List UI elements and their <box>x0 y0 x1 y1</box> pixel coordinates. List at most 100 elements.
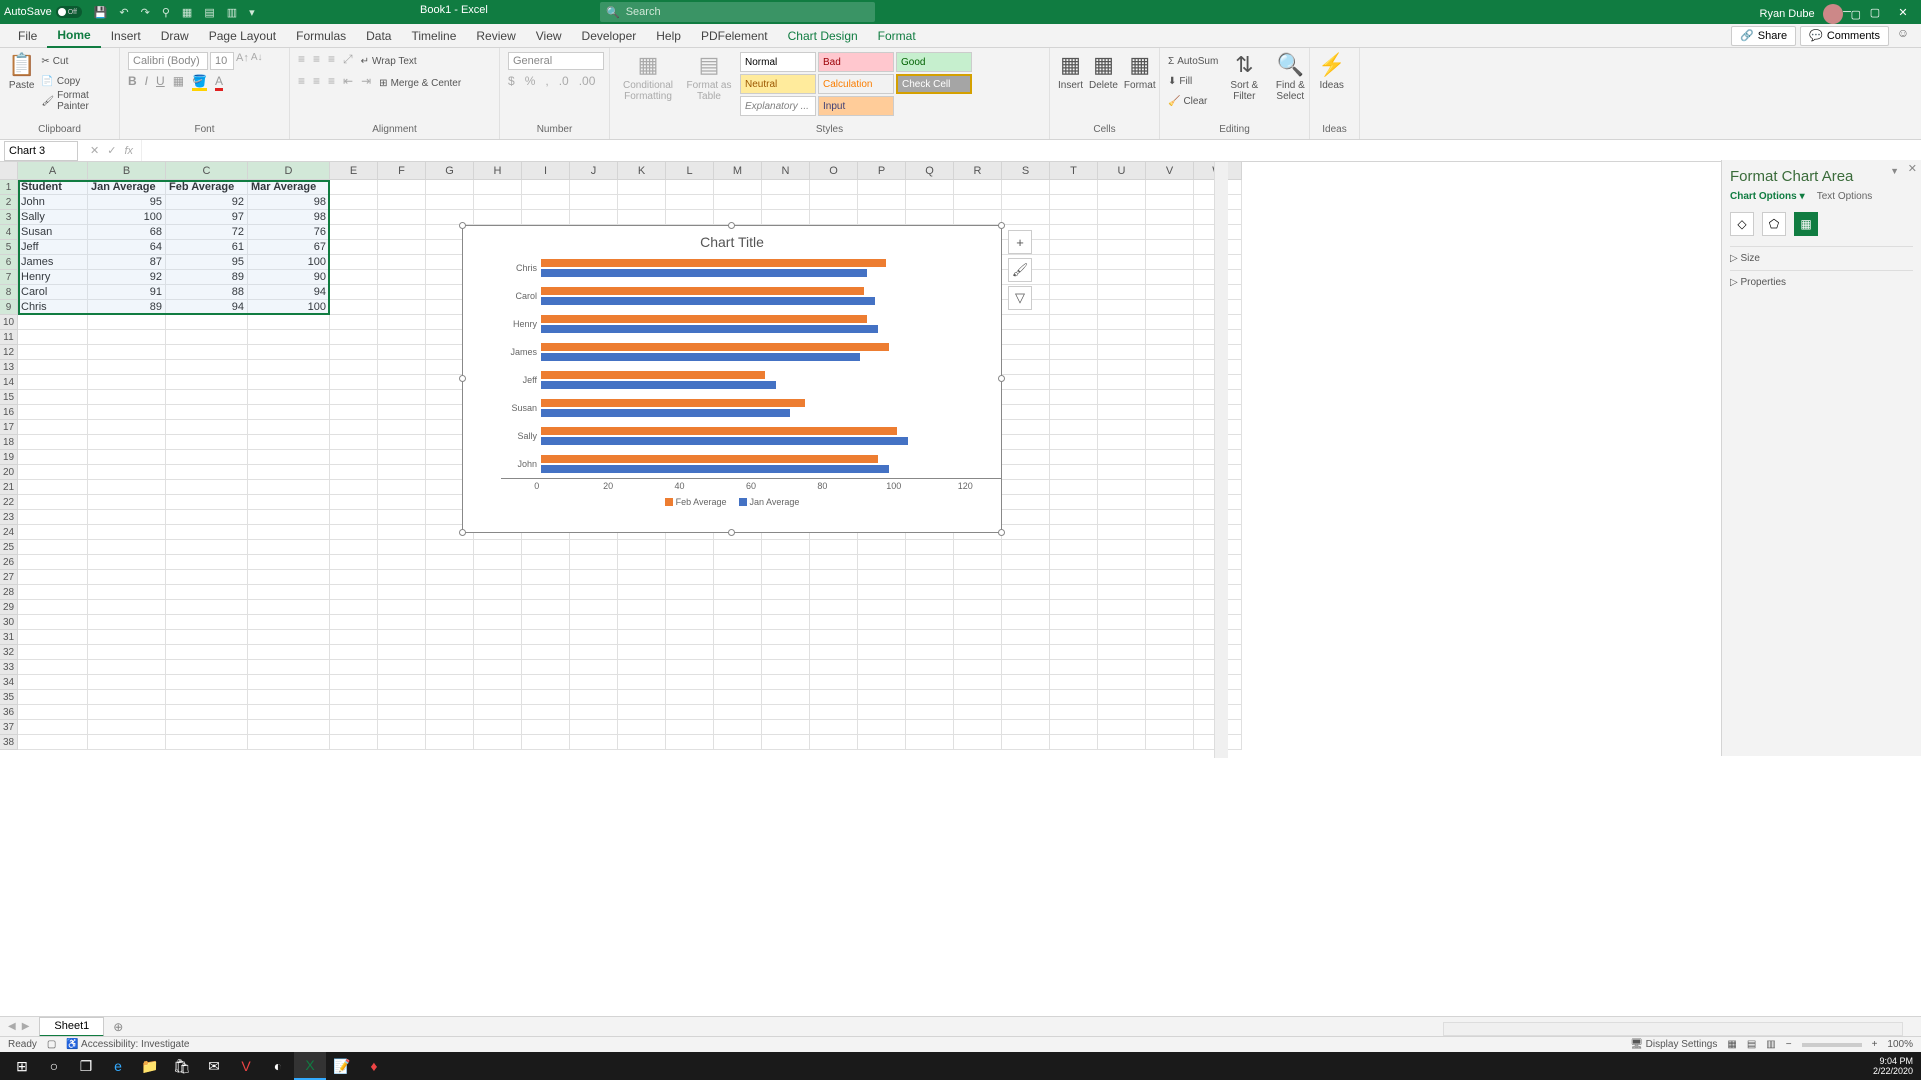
cell[interactable] <box>522 540 570 555</box>
cell[interactable] <box>330 675 378 690</box>
cell[interactable] <box>378 615 426 630</box>
fx-icon[interactable]: fx <box>124 145 133 157</box>
cell[interactable] <box>88 495 166 510</box>
cell[interactable] <box>1002 405 1050 420</box>
cell[interactable]: 76 <box>248 225 330 240</box>
tab-help[interactable]: Help <box>646 24 691 48</box>
cell[interactable] <box>906 705 954 720</box>
col-header-R[interactable]: R <box>954 162 1002 180</box>
cell[interactable] <box>248 705 330 720</box>
cell[interactable] <box>88 540 166 555</box>
notepad-icon[interactable]: 📝 <box>326 1052 358 1080</box>
insert-cells-button[interactable]: ▦Insert <box>1058 52 1083 91</box>
cell[interactable] <box>1098 510 1146 525</box>
cell[interactable] <box>18 315 88 330</box>
format-cells-button[interactable]: ▦Format <box>1124 52 1156 91</box>
cell[interactable] <box>1098 675 1146 690</box>
cell[interactable] <box>1146 735 1194 750</box>
cell[interactable] <box>954 570 1002 585</box>
pane-options-icon[interactable]: ▼ <box>1890 166 1899 176</box>
cell[interactable] <box>1146 195 1194 210</box>
col-header-O[interactable]: O <box>810 162 858 180</box>
row-header-23[interactable]: 23 <box>0 510 18 525</box>
cell[interactable] <box>714 210 762 225</box>
embedded-chart[interactable]: Chart Title ChrisCarolHenryJamesJeffSusa… <box>462 225 1002 533</box>
cell[interactable]: Jan Average <box>88 180 166 195</box>
cell[interactable] <box>88 675 166 690</box>
cell[interactable] <box>1002 495 1050 510</box>
cell[interactable] <box>810 660 858 675</box>
cell-style-checkcell[interactable]: Check Cell <box>896 74 972 94</box>
cell[interactable] <box>330 300 378 315</box>
cell[interactable] <box>1146 360 1194 375</box>
cell[interactable] <box>1146 240 1194 255</box>
cell[interactable] <box>88 315 166 330</box>
cell[interactable] <box>570 180 618 195</box>
row-header-35[interactable]: 35 <box>0 690 18 705</box>
cell[interactable] <box>1098 225 1146 240</box>
cell[interactable] <box>1002 420 1050 435</box>
share-button[interactable]: 🔗 Share <box>1731 26 1796 46</box>
cell[interactable] <box>618 660 666 675</box>
cell[interactable] <box>474 660 522 675</box>
cell[interactable] <box>714 585 762 600</box>
cell[interactable] <box>522 195 570 210</box>
chart-elements-button[interactable]: + <box>1008 230 1032 254</box>
cell[interactable] <box>330 465 378 480</box>
cell[interactable] <box>522 660 570 675</box>
cell[interactable]: 95 <box>166 255 248 270</box>
cell[interactable] <box>18 600 88 615</box>
cell[interactable] <box>378 315 426 330</box>
chart-bar[interactable] <box>541 353 860 361</box>
page-layout-view-icon[interactable]: ▤ <box>1747 1039 1756 1050</box>
chart-styles-button[interactable]: 🖌 <box>1008 258 1032 282</box>
cell[interactable] <box>1002 540 1050 555</box>
cell[interactable] <box>1146 285 1194 300</box>
cell[interactable] <box>954 705 1002 720</box>
cell[interactable] <box>18 465 88 480</box>
cell[interactable] <box>18 480 88 495</box>
cell[interactable] <box>88 465 166 480</box>
cell[interactable] <box>666 630 714 645</box>
size-section[interactable]: ▷ Size <box>1730 246 1913 270</box>
cut-button[interactable]: ✂ Cut <box>41 52 111 70</box>
row-header-33[interactable]: 33 <box>0 660 18 675</box>
chart-bar[interactable] <box>541 297 875 305</box>
cell[interactable] <box>166 645 248 660</box>
cell[interactable] <box>378 450 426 465</box>
cell[interactable] <box>18 645 88 660</box>
cell[interactable] <box>330 600 378 615</box>
row-header-30[interactable]: 30 <box>0 615 18 630</box>
cell[interactable] <box>330 720 378 735</box>
cell[interactable] <box>18 375 88 390</box>
cell[interactable] <box>1002 345 1050 360</box>
cell[interactable] <box>666 720 714 735</box>
cell[interactable] <box>248 450 330 465</box>
cell[interactable]: 89 <box>88 300 166 315</box>
cell[interactable]: 95 <box>88 195 166 210</box>
cell[interactable] <box>88 450 166 465</box>
cell[interactable] <box>1146 225 1194 240</box>
cell[interactable] <box>714 600 762 615</box>
cell[interactable] <box>248 315 330 330</box>
cell[interactable] <box>858 210 906 225</box>
font-color-button[interactable]: A <box>215 74 223 91</box>
cell[interactable] <box>1098 450 1146 465</box>
task-view-icon[interactable]: ❐ <box>70 1052 102 1080</box>
cell[interactable] <box>1098 345 1146 360</box>
worksheet-grid[interactable]: ABCDEFGHIJKLMNOPQRSTUVW 1234567891011121… <box>0 162 1921 758</box>
col-header-I[interactable]: I <box>522 162 570 180</box>
cell[interactable] <box>474 705 522 720</box>
name-box[interactable]: Chart 3 <box>4 141 78 161</box>
cell[interactable] <box>954 540 1002 555</box>
cell[interactable] <box>762 585 810 600</box>
cell[interactable] <box>1050 180 1098 195</box>
find-select-button[interactable]: 🔍Find & Select <box>1270 52 1310 102</box>
cell[interactable]: Jeff <box>18 240 88 255</box>
currency-icon[interactable]: $ <box>508 74 515 88</box>
cell[interactable] <box>954 585 1002 600</box>
cell[interactable] <box>714 195 762 210</box>
cell[interactable] <box>330 645 378 660</box>
text-options-tab[interactable]: Text Options <box>1817 191 1873 202</box>
cell[interactable] <box>166 540 248 555</box>
